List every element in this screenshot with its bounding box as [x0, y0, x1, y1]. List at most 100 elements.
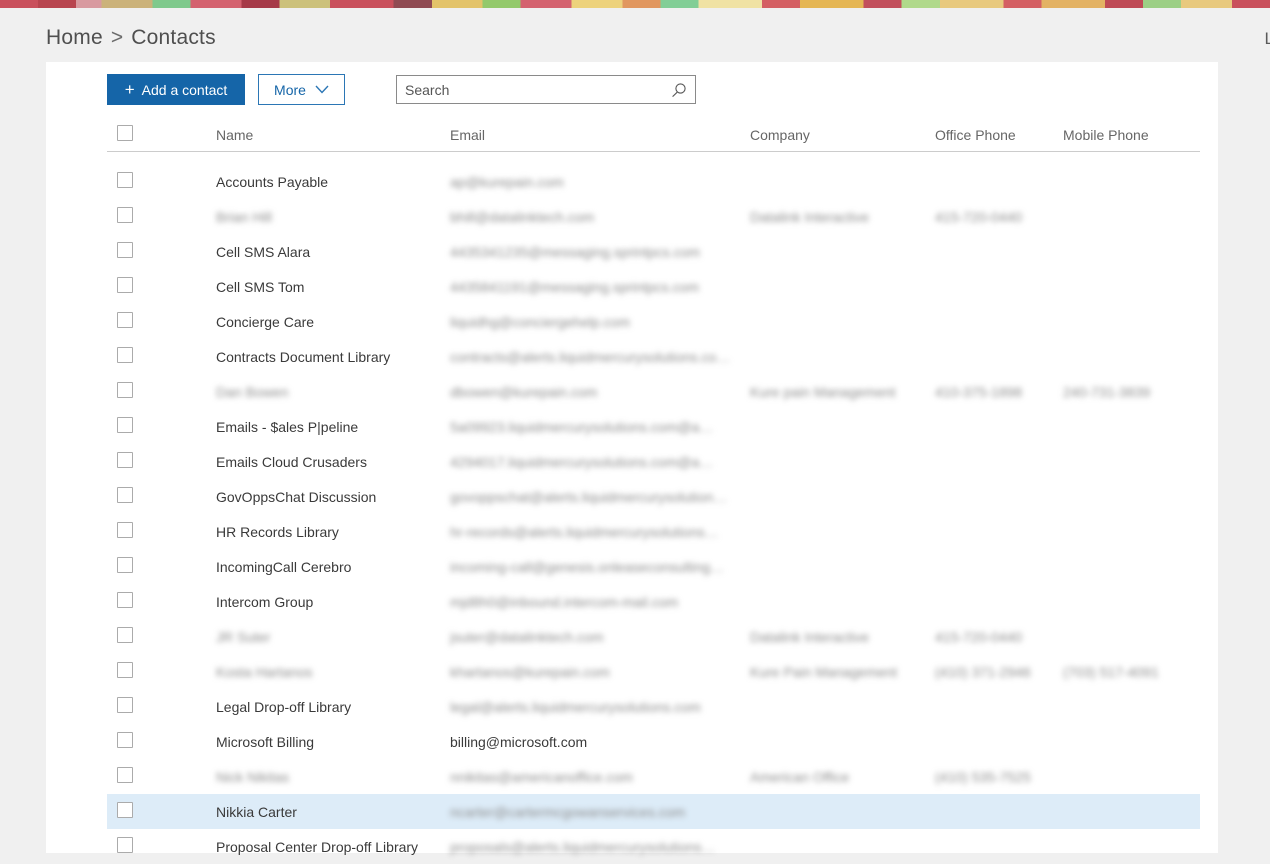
table-row[interactable]: Brian Hill bhill@datalinktech.com Datalink…	[107, 199, 1200, 234]
row-checkbox[interactable]	[117, 557, 133, 573]
more-label: More	[274, 81, 306, 98]
cell-mobile-phone: 240-731-3839	[1063, 383, 1151, 400]
row-checkbox[interactable]	[117, 732, 133, 748]
cell-email: ap@kurepain.com	[450, 173, 564, 190]
row-checkbox[interactable]	[117, 627, 133, 643]
plus-icon: +	[124, 80, 135, 99]
cell-name: Proposal Center Drop-off Library	[216, 838, 419, 855]
table-row[interactable]: Kosta Hartanos khartanos@kurepain.com Kure…	[107, 654, 1200, 689]
search-input[interactable]	[397, 76, 671, 103]
row-checkbox[interactable]	[117, 452, 133, 468]
chevron-down-icon	[315, 85, 329, 94]
cell-name: Nikkia Carter	[216, 803, 297, 820]
cell-name: IncomingCall Cerebro	[216, 558, 352, 575]
column-header-company[interactable]: Company	[750, 127, 935, 143]
cell-email: ncarter@cartermcgowanservices.com	[450, 803, 686, 820]
row-checkbox[interactable]	[117, 802, 133, 818]
cell-company: Datalink Interactive	[750, 628, 870, 645]
table-row[interactable]: HR Records Library hr-records@alerts.liqu…	[107, 514, 1200, 549]
row-checkbox[interactable]	[117, 767, 133, 783]
cell-office-phone: (410) 371-2946	[935, 663, 1031, 680]
cell-email: proposals@alerts.liquidmercurysolutions…	[450, 838, 716, 855]
cell-email: contracts@alerts.liquidmercurysolutions.…	[450, 348, 731, 365]
select-all-checkbox[interactable]	[117, 125, 133, 141]
search-box	[396, 75, 696, 104]
table-row[interactable]: Nick Nikitas nnikitas@americanoffice.com A…	[107, 759, 1200, 794]
row-checkbox[interactable]	[117, 592, 133, 608]
cell-email: legal@alerts.liquidmercurysolutions.com	[450, 698, 701, 715]
table-row[interactable]: JR Suter jsuter@datalinktech.com Datalink …	[107, 619, 1200, 654]
table-row[interactable]: Accounts Payable ap@kurepain.com	[107, 164, 1200, 199]
row-checkbox[interactable]	[117, 312, 133, 328]
cell-email: govoppschat@alerts.liquidmercurysolution…	[450, 488, 728, 505]
breadcrumb-separator: >	[110, 26, 124, 49]
table-row[interactable]: Emails Cloud Crusaders 4294017.liquidmerc…	[107, 444, 1200, 479]
table-row[interactable]: Emails - $ales P|peline 5a09923.liquidmer…	[107, 409, 1200, 444]
row-checkbox-cell	[107, 557, 216, 576]
row-checkbox[interactable]	[117, 417, 133, 433]
table-row[interactable]: Legal Drop-off Library legal@alerts.liqui…	[107, 689, 1200, 724]
table-row[interactable]: GovOppsChat Discussion govoppschat@alerts…	[107, 479, 1200, 514]
cell-office-phone: 415-720-0440	[935, 628, 1023, 645]
add-contact-button[interactable]: + Add a contact	[107, 74, 245, 105]
row-checkbox[interactable]	[117, 347, 133, 363]
cell-name: Concierge Care	[216, 313, 315, 330]
row-checkbox-cell	[107, 522, 216, 541]
row-checkbox[interactable]	[117, 242, 133, 258]
search-icon[interactable]	[671, 82, 695, 98]
column-header-mobile-phone[interactable]: Mobile Phone	[1063, 127, 1200, 143]
table-row[interactable]: Cell SMS Alara 4435341235@messaging.sprin…	[107, 234, 1200, 269]
breadcrumb-current: Contacts	[131, 26, 216, 49]
cell-email: 4435841191@messaging.sprintpcs.com	[450, 278, 699, 295]
cell-name: Nick Nikitas	[216, 768, 290, 785]
column-header-office-phone[interactable]: Office Phone	[935, 127, 1063, 143]
table-row[interactable]: IncomingCall Cerebro incoming-call@genesi…	[107, 549, 1200, 584]
row-checkbox[interactable]	[117, 382, 133, 398]
table-row[interactable]: Nikkia Carter ncarter@cartermcgowanservic…	[107, 794, 1200, 829]
cell-office-phone: 415-720-0440	[935, 208, 1023, 225]
row-checkbox[interactable]	[117, 277, 133, 293]
cell-mobile-phone: (703) 517-4091	[1063, 663, 1159, 680]
cell-name: Accounts Payable	[216, 173, 329, 190]
decorative-banner	[0, 0, 1270, 8]
cell-name: GovOppsChat Discussion	[216, 488, 377, 505]
breadcrumb-home-link[interactable]: Home	[46, 26, 103, 49]
cell-office-phone: 410-375-1898	[935, 383, 1023, 400]
more-button[interactable]: More	[258, 74, 345, 105]
table-row[interactable]: Concierge Care liquidhg@conciergehelp.com	[107, 304, 1200, 339]
row-checkbox[interactable]	[117, 697, 133, 713]
row-checkbox-cell	[107, 452, 216, 471]
row-checkbox[interactable]	[117, 207, 133, 223]
row-checkbox-cell	[107, 837, 216, 856]
add-contact-label: Add a contact	[141, 81, 228, 98]
cell-name: Emails - $ales P|peline	[216, 418, 359, 435]
cell-name: HR Records Library	[216, 523, 339, 540]
row-checkbox[interactable]	[117, 837, 133, 853]
cell-name: Kosta Hartanos	[216, 663, 313, 680]
row-checkbox-cell	[107, 767, 216, 786]
table-row[interactable]: Intercom Group mjd8h0@inbound.intercom-ma…	[107, 584, 1200, 619]
cell-name: JR Suter	[216, 628, 271, 645]
column-header-email[interactable]: Email	[450, 127, 750, 143]
column-header-name[interactable]: Name	[216, 127, 450, 143]
cell-email: liquidhg@conciergehelp.com	[450, 313, 630, 330]
table-row[interactable]: Contracts Document Library contracts@aler…	[107, 339, 1200, 374]
table-row[interactable]: Microsoft Billing billing@microsoft.com	[107, 724, 1200, 759]
row-checkbox[interactable]	[117, 662, 133, 678]
cell-email: incoming-call@genesis.onleaseconsulting…	[450, 558, 725, 575]
row-checkbox[interactable]	[117, 522, 133, 538]
row-checkbox[interactable]	[117, 172, 133, 188]
table-row[interactable]: Proposal Center Drop-off Library proposal…	[107, 829, 1200, 864]
table-row[interactable]: Dan Bowen dbowen@kurepain.com Kure pain Ma…	[107, 374, 1200, 409]
cell-email: 4435341235@messaging.sprintpcs.com	[450, 243, 701, 260]
table-row[interactable]: Cell SMS Tom 4435841191@messaging.sprintp…	[107, 269, 1200, 304]
breadcrumb: Home > Contacts	[46, 26, 216, 50]
row-checkbox-cell	[107, 347, 216, 366]
cell-email: 4294017.liquidmercurysolutions.com@a…	[450, 453, 714, 470]
row-checkbox[interactable]	[117, 487, 133, 503]
top-right-clipped-text: L	[1264, 29, 1270, 48]
row-checkbox-cell	[107, 662, 216, 681]
select-all-cell	[107, 125, 216, 144]
cell-name: Cell SMS Alara	[216, 243, 311, 260]
table-header: Name Email Company Office Phone Mobile P…	[107, 118, 1200, 152]
